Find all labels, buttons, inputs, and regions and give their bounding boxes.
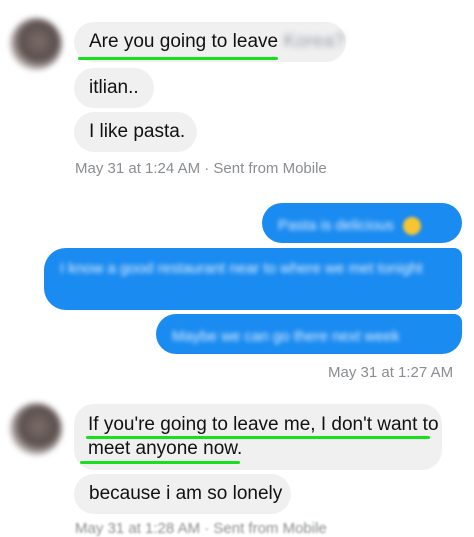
incoming-message-5-text: because i am so lonely bbox=[89, 483, 283, 504]
outgoing-message-3[interactable]: Maybe we can go there next week bbox=[156, 314, 462, 354]
contact-avatar-bottom[interactable] bbox=[10, 403, 62, 455]
highlight-underline-1 bbox=[78, 57, 278, 60]
incoming-message-4-line-1: If you're going to leave me, I don't wan… bbox=[88, 414, 439, 435]
outgoing-message-1-text: Pasta is delicious bbox=[278, 217, 394, 234]
outgoing-message-2[interactable]: I know a good restaurant near to where w… bbox=[44, 248, 462, 310]
incoming-message-1[interactable]: Are you going to leave Korea? bbox=[74, 22, 346, 62]
outgoing-message-1[interactable]: Pasta is delicious bbox=[262, 203, 462, 243]
incoming-message-4-line-2: meet anyone now. bbox=[88, 438, 243, 459]
smile-emoji-icon bbox=[402, 216, 421, 235]
outgoing-message-2-text: I know a good restaurant near to where w… bbox=[60, 260, 423, 277]
incoming-message-2[interactable]: itlian.. bbox=[74, 68, 154, 108]
message-timestamp-1: May 31 at 1:24 AM · Sent from Mobile bbox=[75, 160, 327, 177]
incoming-message-3-text: I like pasta. bbox=[89, 121, 186, 142]
incoming-message-3[interactable]: I like pasta. bbox=[74, 112, 197, 152]
incoming-message-1-hidden-word: Korea? bbox=[283, 31, 345, 52]
incoming-message-2-text: itlian.. bbox=[89, 77, 139, 98]
incoming-message-5[interactable]: because i am so lonely bbox=[74, 474, 291, 514]
incoming-message-1-text: Are you going to leave bbox=[89, 31, 279, 52]
highlight-underline-3 bbox=[80, 461, 240, 464]
outgoing-message-3-text: Maybe we can go there next week bbox=[172, 328, 400, 345]
message-timestamp-2: May 31 at 1:27 AM bbox=[328, 364, 454, 381]
contact-avatar-top[interactable] bbox=[10, 18, 62, 70]
highlight-underline-2 bbox=[86, 436, 430, 439]
